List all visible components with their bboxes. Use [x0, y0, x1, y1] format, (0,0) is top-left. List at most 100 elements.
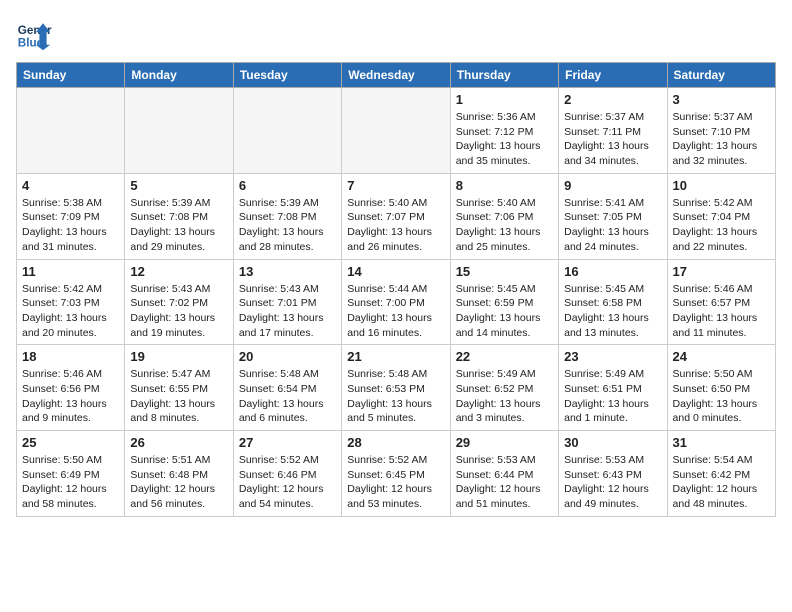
day-info: Sunrise: 5:42 AMSunset: 7:04 PMDaylight:… — [673, 196, 770, 255]
day-info: Sunrise: 5:52 AMSunset: 6:46 PMDaylight:… — [239, 453, 336, 512]
week-row-2: 4 Sunrise: 5:38 AMSunset: 7:09 PMDaylight… — [17, 173, 776, 259]
day-info: Sunrise: 5:37 AMSunset: 7:11 PMDaylight:… — [564, 110, 661, 169]
day-number: 5 — [130, 178, 227, 193]
calendar-cell — [125, 88, 233, 174]
day-number: 20 — [239, 349, 336, 364]
week-row-3: 11 Sunrise: 5:42 AMSunset: 7:03 PMDayligh… — [17, 259, 776, 345]
calendar-cell — [342, 88, 450, 174]
calendar-cell: 10 Sunrise: 5:42 AMSunset: 7:04 PMDayligh… — [667, 173, 775, 259]
day-number: 12 — [130, 264, 227, 279]
calendar-table: SundayMondayTuesdayWednesdayThursdayFrid… — [16, 62, 776, 517]
calendar-cell: 4 Sunrise: 5:38 AMSunset: 7:09 PMDaylight… — [17, 173, 125, 259]
day-number: 13 — [239, 264, 336, 279]
day-info: Sunrise: 5:45 AMSunset: 6:59 PMDaylight:… — [456, 282, 553, 341]
week-row-5: 25Sunrise: 5:50 AMSunset: 6:49 PMDayligh… — [17, 431, 776, 517]
day-number: 17 — [673, 264, 770, 279]
weekday-header-tuesday: Tuesday — [233, 63, 341, 88]
day-number: 10 — [673, 178, 770, 193]
calendar-cell: 7 Sunrise: 5:40 AMSunset: 7:07 PMDaylight… — [342, 173, 450, 259]
calendar-cell: 15Sunrise: 5:45 AMSunset: 6:59 PMDayligh… — [450, 259, 558, 345]
weekday-header-thursday: Thursday — [450, 63, 558, 88]
calendar-cell — [233, 88, 341, 174]
day-info: Sunrise: 5:36 AMSunset: 7:12 PMDaylight:… — [456, 110, 553, 169]
calendar-cell: 16 Sunrise: 5:45 AMSunset: 6:58 PMDayligh… — [559, 259, 667, 345]
day-number: 3 — [673, 92, 770, 107]
day-number: 25 — [22, 435, 119, 450]
day-number: 23 — [564, 349, 661, 364]
day-number: 14 — [347, 264, 444, 279]
calendar-cell: 8 Sunrise: 5:40 AMSunset: 7:06 PMDaylight… — [450, 173, 558, 259]
calendar-cell: 30Sunrise: 5:53 AMSunset: 6:43 PMDayligh… — [559, 431, 667, 517]
day-number: 16 — [564, 264, 661, 279]
day-info: Sunrise: 5:40 AMSunset: 7:07 PMDaylight:… — [347, 196, 444, 255]
calendar-cell: 12 Sunrise: 5:43 AMSunset: 7:02 PMDayligh… — [125, 259, 233, 345]
calendar-cell: 13 Sunrise: 5:43 AMSunset: 7:01 PMDayligh… — [233, 259, 341, 345]
day-info: Sunrise: 5:54 AMSunset: 6:42 PMDaylight:… — [673, 453, 770, 512]
day-info: Sunrise: 5:40 AMSunset: 7:06 PMDaylight:… — [456, 196, 553, 255]
calendar-cell: 2 Sunrise: 5:37 AMSunset: 7:11 PMDaylight… — [559, 88, 667, 174]
calendar-cell: 24 Sunrise: 5:50 AMSunset: 6:50 PMDayligh… — [667, 345, 775, 431]
weekday-header-saturday: Saturday — [667, 63, 775, 88]
day-number: 19 — [130, 349, 227, 364]
day-info: Sunrise: 5:51 AMSunset: 6:48 PMDaylight:… — [130, 453, 227, 512]
logo: General Blue — [16, 16, 52, 52]
day-info: Sunrise: 5:39 AMSunset: 7:08 PMDaylight:… — [239, 196, 336, 255]
page-header: General Blue — [16, 16, 776, 52]
calendar-cell — [17, 88, 125, 174]
day-number: 1 — [456, 92, 553, 107]
calendar-cell: 3 Sunrise: 5:37 AMSunset: 7:10 PMDaylight… — [667, 88, 775, 174]
calendar-cell: 1 Sunrise: 5:36 AMSunset: 7:12 PMDaylight… — [450, 88, 558, 174]
day-number: 22 — [456, 349, 553, 364]
calendar-cell: 27 Sunrise: 5:52 AMSunset: 6:46 PMDayligh… — [233, 431, 341, 517]
day-number: 31 — [673, 435, 770, 450]
week-row-4: 18Sunrise: 5:46 AMSunset: 6:56 PMDayligh… — [17, 345, 776, 431]
day-info: Sunrise: 5:46 AMSunset: 6:56 PMDaylight:… — [22, 367, 119, 426]
day-number: 8 — [456, 178, 553, 193]
day-info: Sunrise: 5:53 AMSunset: 6:44 PMDaylight:… — [456, 453, 553, 512]
day-info: Sunrise: 5:37 AMSunset: 7:10 PMDaylight:… — [673, 110, 770, 169]
day-info: Sunrise: 5:48 AMSunset: 6:54 PMDaylight:… — [239, 367, 336, 426]
day-number: 2 — [564, 92, 661, 107]
calendar-cell: 26 Sunrise: 5:51 AMSunset: 6:48 PMDayligh… — [125, 431, 233, 517]
day-info: Sunrise: 5:39 AMSunset: 7:08 PMDaylight:… — [130, 196, 227, 255]
day-info: Sunrise: 5:41 AMSunset: 7:05 PMDaylight:… — [564, 196, 661, 255]
day-info: Sunrise: 5:45 AMSunset: 6:58 PMDaylight:… — [564, 282, 661, 341]
calendar-cell: 18Sunrise: 5:46 AMSunset: 6:56 PMDayligh… — [17, 345, 125, 431]
calendar-cell: 31 Sunrise: 5:54 AMSunset: 6:42 PMDayligh… — [667, 431, 775, 517]
day-info: Sunrise: 5:49 AMSunset: 6:52 PMDaylight:… — [456, 367, 553, 426]
weekday-header-sunday: Sunday — [17, 63, 125, 88]
day-info: Sunrise: 5:42 AMSunset: 7:03 PMDaylight:… — [22, 282, 119, 341]
calendar-cell: 6 Sunrise: 5:39 AMSunset: 7:08 PMDaylight… — [233, 173, 341, 259]
day-info: Sunrise: 5:52 AMSunset: 6:45 PMDaylight:… — [347, 453, 444, 512]
day-number: 9 — [564, 178, 661, 193]
day-number: 21 — [347, 349, 444, 364]
weekday-header-monday: Monday — [125, 63, 233, 88]
day-number: 28 — [347, 435, 444, 450]
day-number: 26 — [130, 435, 227, 450]
weekday-header-row: SundayMondayTuesdayWednesdayThursdayFrid… — [17, 63, 776, 88]
day-number: 7 — [347, 178, 444, 193]
day-number: 27 — [239, 435, 336, 450]
calendar-cell: 22 Sunrise: 5:49 AMSunset: 6:52 PMDayligh… — [450, 345, 558, 431]
day-info: Sunrise: 5:50 AMSunset: 6:50 PMDaylight:… — [673, 367, 770, 426]
calendar-cell: 11 Sunrise: 5:42 AMSunset: 7:03 PMDayligh… — [17, 259, 125, 345]
calendar-cell: 28 Sunrise: 5:52 AMSunset: 6:45 PMDayligh… — [342, 431, 450, 517]
calendar-cell: 19Sunrise: 5:47 AMSunset: 6:55 PMDayligh… — [125, 345, 233, 431]
day-number: 11 — [22, 264, 119, 279]
calendar-cell: 9 Sunrise: 5:41 AMSunset: 7:05 PMDaylight… — [559, 173, 667, 259]
day-info: Sunrise: 5:46 AMSunset: 6:57 PMDaylight:… — [673, 282, 770, 341]
day-number: 4 — [22, 178, 119, 193]
day-number: 30 — [564, 435, 661, 450]
day-info: Sunrise: 5:43 AMSunset: 7:02 PMDaylight:… — [130, 282, 227, 341]
calendar-cell: 25Sunrise: 5:50 AMSunset: 6:49 PMDayligh… — [17, 431, 125, 517]
day-info: Sunrise: 5:49 AMSunset: 6:51 PMDaylight:… — [564, 367, 661, 426]
day-number: 24 — [673, 349, 770, 364]
weekday-header-wednesday: Wednesday — [342, 63, 450, 88]
calendar-cell: 21Sunrise: 5:48 AMSunset: 6:53 PMDayligh… — [342, 345, 450, 431]
calendar-cell: 5 Sunrise: 5:39 AMSunset: 7:08 PMDaylight… — [125, 173, 233, 259]
calendar-cell: 17 Sunrise: 5:46 AMSunset: 6:57 PMDayligh… — [667, 259, 775, 345]
day-info: Sunrise: 5:43 AMSunset: 7:01 PMDaylight:… — [239, 282, 336, 341]
day-info: Sunrise: 5:44 AMSunset: 7:00 PMDaylight:… — [347, 282, 444, 341]
day-number: 6 — [239, 178, 336, 193]
day-info: Sunrise: 5:38 AMSunset: 7:09 PMDaylight:… — [22, 196, 119, 255]
